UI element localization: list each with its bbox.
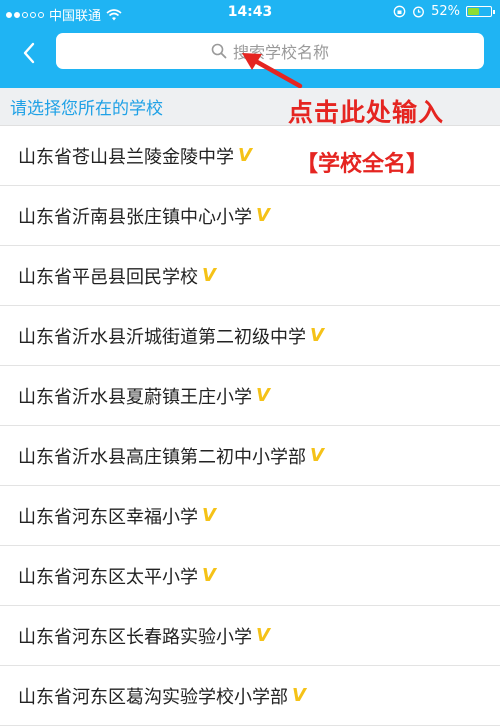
battery-icon [466,6,495,17]
search-icon [211,43,227,59]
verified-icon: V [238,145,252,166]
verified-icon: V [202,505,216,526]
status-bar: 中国联通 14:43 52% [0,0,500,26]
school-list: 山东省苍山县兰陵金陵中学 V 山东省沂南县张庄镇中心小学 V 山东省平邑县回民学校 V… [0,126,500,726]
annotation-arrow-icon [242,53,303,89]
back-button[interactable] [12,36,46,70]
annotation-primary: 点击此处输入 [288,98,445,127]
school-row[interactable]: 山东省沂南县张庄镇中心小学 V [0,186,500,246]
school-name: 山东省沂水县沂城街道第二初级中学 [18,326,306,348]
section-title: 请选择您所在的学校 [10,99,163,119]
verified-icon: V [310,445,324,466]
school-row[interactable]: 山东省苍山县兰陵金陵中学 V [0,126,500,186]
school-row[interactable]: 山东省河东区幸福小学 V [0,486,500,546]
school-row[interactable]: 山东省沂水县高庄镇第二初中小学部 V [0,426,500,486]
verified-icon: V [310,325,324,346]
school-name: 山东省沂南县张庄镇中心小学 [18,206,252,228]
school-row[interactable]: 山东省沂水县夏蔚镇王庄小学 V [0,366,500,426]
battery-fill [468,8,479,15]
school-row[interactable]: 山东省沂水县沂城街道第二初级中学 V [0,306,500,366]
orientation-lock-icon [393,5,406,18]
school-name: 山东省河东区幸福小学 [18,506,198,528]
status-right: 52% [393,4,495,19]
verified-icon: V [256,385,270,406]
chevron-left-icon [23,42,35,64]
school-name: 山东省河东区太平小学 [18,566,198,588]
school-row[interactable]: 山东省平邑县回民学校 V [0,246,500,306]
school-name: 山东省河东区葛沟实验学校小学部 [18,686,288,708]
verified-icon: V [256,625,270,646]
school-name: 山东省沂水县高庄镇第二初中小学部 [18,446,306,468]
school-name: 山东省沂水县夏蔚镇王庄小学 [18,386,252,408]
verified-icon: V [202,265,216,286]
school-name: 山东省苍山县兰陵金陵中学 [18,146,234,168]
school-row[interactable]: 山东省河东区太平小学 V [0,546,500,606]
school-row[interactable]: 山东省河东区葛沟实验学校小学部 V [0,666,500,726]
alarm-icon [413,6,425,18]
school-row[interactable]: 山东省河东区长春路实验小学 V [0,606,500,666]
verified-icon: V [202,565,216,586]
verified-icon: V [292,685,306,706]
battery-percent: 52% [431,4,460,19]
verified-icon: V [256,205,270,226]
school-name: 山东省河东区长春路实验小学 [18,626,252,648]
school-name: 山东省平邑县回民学校 [18,266,198,288]
